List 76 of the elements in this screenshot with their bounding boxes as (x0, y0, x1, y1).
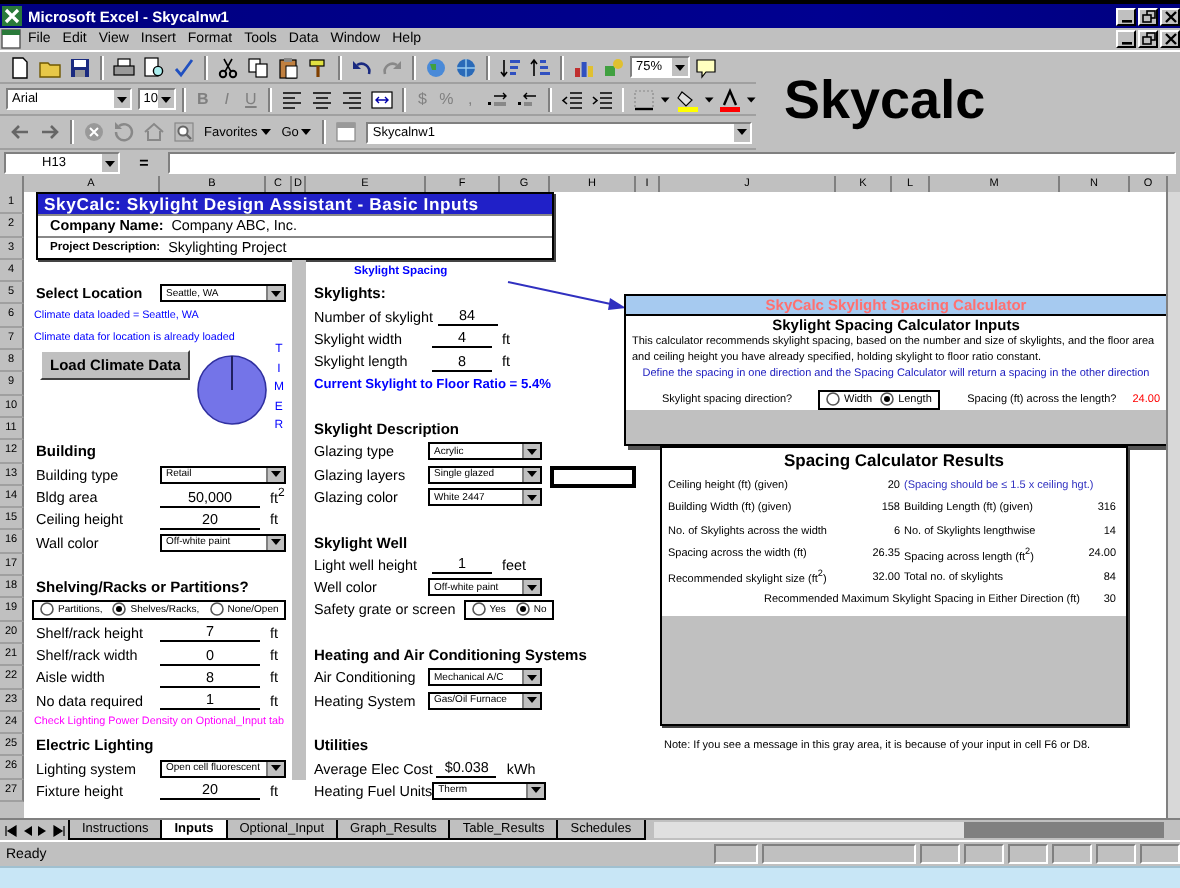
search-web-icon[interactable] (172, 120, 196, 144)
check-icon[interactable] (172, 55, 196, 79)
caret-icon[interactable] (259, 126, 272, 138)
equals-sign: = (137, 154, 151, 172)
caret-icon[interactable] (660, 93, 672, 105)
stop-icon[interactable] (82, 120, 106, 144)
radio-icon[interactable] (40, 602, 54, 617)
status-panel (714, 844, 758, 864)
first-tab-icon[interactable] (4, 823, 18, 837)
status-panel (1008, 844, 1048, 864)
next-tab-icon[interactable] (36, 823, 50, 837)
indent-icon[interactable] (589, 87, 614, 111)
speech-bubble-icon[interactable] (694, 55, 718, 79)
radio-icon[interactable] (826, 392, 840, 406)
increase-decimal-icon[interactable] (485, 87, 510, 111)
align-right-icon[interactable] (339, 87, 364, 111)
caret-icon[interactable] (270, 762, 282, 775)
radio-icon[interactable] (112, 602, 127, 617)
caret-icon[interactable] (270, 468, 282, 481)
caret-icon[interactable] (530, 784, 543, 797)
status-panel (1140, 844, 1180, 864)
caret-icon[interactable] (104, 157, 116, 169)
vertical-scrollbar[interactable] (1166, 192, 1180, 818)
last-tab-icon[interactable] (52, 823, 66, 837)
web-icon[interactable] (454, 55, 478, 79)
timer-pie-drawing (196, 354, 268, 426)
fill-color-icon[interactable] (675, 87, 700, 111)
caret-icon[interactable] (526, 581, 538, 594)
undo-icon[interactable] (350, 55, 374, 79)
forward-arrow-icon[interactable] (38, 120, 62, 144)
web-toolbar-icon[interactable] (334, 120, 359, 144)
copy-icon[interactable] (246, 55, 270, 79)
selected-cell[interactable] (550, 466, 636, 488)
status-panel (1052, 844, 1092, 864)
panel-title: Spacing Calculator Results (781, 448, 1007, 474)
caret-icon[interactable] (160, 93, 173, 105)
caret-icon[interactable] (703, 93, 714, 105)
radio-icon[interactable] (471, 602, 486, 617)
banner-title: Skycalc (784, 70, 986, 132)
pointer-arrow (506, 280, 628, 312)
sort-descending-icon[interactable] (528, 55, 552, 79)
caret-icon[interactable] (300, 126, 313, 138)
outdent-icon[interactable] (559, 87, 584, 111)
radio-icon[interactable] (880, 392, 895, 406)
radio-icon[interactable] (515, 602, 530, 617)
sheet-title: SkyCalc: Skylight Design Assistant - Basic Inputs (38, 194, 552, 214)
close-icon[interactable] (1163, 9, 1177, 23)
horizontal-scrollbar[interactable] (653, 820, 1164, 840)
text-color-icon[interactable] (717, 87, 742, 111)
status-panel (920, 844, 960, 864)
printer-icon[interactable] (112, 55, 136, 79)
align-left-icon[interactable] (279, 87, 304, 111)
borders-icon[interactable] (632, 87, 657, 111)
caret-icon[interactable] (674, 61, 686, 73)
caret-icon[interactable] (745, 93, 757, 105)
caret-icon[interactable] (736, 126, 748, 138)
caret-icon[interactable] (270, 536, 282, 549)
save-icon[interactable] (68, 55, 92, 79)
status-panel (964, 844, 1004, 864)
previous-tab-icon[interactable] (20, 823, 34, 837)
back-arrow-icon[interactable] (8, 120, 32, 144)
status-panel (1096, 844, 1136, 864)
caret-icon[interactable] (270, 287, 282, 300)
caret-icon[interactable] (115, 93, 128, 105)
radio-icon[interactable] (209, 602, 224, 617)
brush-icon[interactable] (306, 55, 330, 79)
close-icon[interactable] (1163, 32, 1177, 46)
align-center-icon[interactable] (309, 87, 334, 111)
sort-ascending-icon[interactable] (498, 55, 522, 79)
scissors-icon[interactable] (216, 55, 240, 79)
print-preview-icon[interactable] (142, 55, 166, 79)
decrease-decimal-icon[interactable] (515, 87, 540, 111)
workbook-icon[interactable] (0, 28, 22, 50)
merge-cells-icon[interactable] (369, 87, 394, 111)
clipboard-icon[interactable] (276, 55, 300, 79)
formula-field[interactable] (168, 152, 1176, 174)
